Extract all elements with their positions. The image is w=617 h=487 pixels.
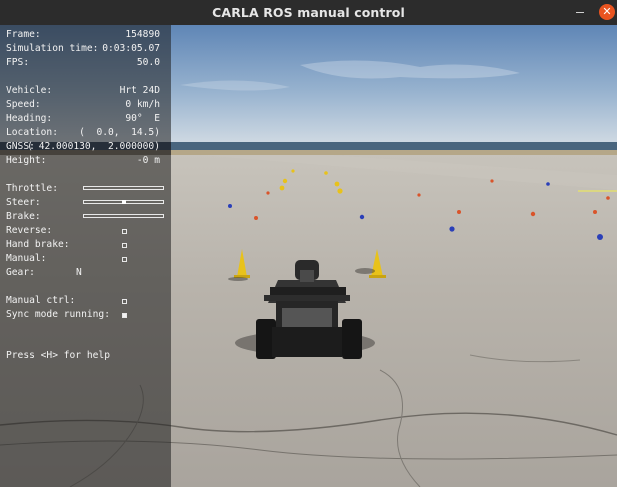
brake-bar (83, 214, 164, 218)
manual-ctrl-checkbox (122, 299, 127, 304)
hud-label: Frame: (6, 29, 41, 40)
hud-speed: Speed: 0 km/h (6, 99, 166, 111)
hud-manual: Manual: (6, 253, 166, 265)
hud-label: Vehicle: (6, 85, 53, 96)
steer-bar-knob (121, 200, 126, 204)
hud-manual-ctrl: Manual ctrl: (6, 295, 166, 307)
hud-value: 154890 (125, 29, 160, 40)
hud-heading: Heading: 90° E (6, 113, 166, 125)
hud-label: Location: (6, 127, 58, 138)
hud-label: Throttle: (6, 183, 58, 194)
sync-mode-checkbox (122, 313, 127, 318)
hud-label: Gear: (6, 267, 35, 278)
reverse-checkbox (122, 229, 127, 234)
close-icon[interactable]: ✕ (599, 4, 615, 20)
minimize-icon[interactable] (572, 4, 588, 20)
hud-label: Sync mode running: (6, 309, 110, 320)
hud-vehicle: Vehicle: Hrt 24D (6, 85, 166, 97)
hud-location: Location: ( 0.0, 14.5) (6, 127, 166, 139)
hud-gnss: GNSS: ( 42.000130, 2.000000) (6, 141, 166, 153)
hud-hand-brake: Hand brake: (6, 239, 166, 251)
hud-sync-mode: Sync mode running: (6, 309, 166, 321)
hud-label: Hand brake: (6, 239, 70, 250)
hud-help: Press <H> for help (6, 350, 166, 362)
hud-value: 0 km/h (125, 99, 160, 110)
hud-sim-time: Simulation time: 0:03:05.07 (6, 43, 166, 55)
hud-value: Hrt 24D (119, 85, 160, 96)
hud-gear: Gear: N (6, 267, 166, 279)
window-titlebar: CARLA ROS manual control ✕ (0, 0, 617, 25)
manual-checkbox (122, 257, 127, 262)
throttle-bar (83, 186, 164, 190)
hud-label: Reverse: (6, 225, 53, 236)
hud-label: Height: (6, 155, 47, 166)
hud-value: -0 m (136, 155, 160, 166)
hud-reverse: Reverse: (6, 225, 166, 237)
steer-bar (83, 200, 164, 204)
window-title: CARLA ROS manual control (212, 5, 405, 20)
hud-label: Brake: (6, 211, 41, 222)
hud-label: Steer: (6, 197, 41, 208)
hud-panel: Frame: 154890 Simulation time: 0:03:05.0… (0, 25, 171, 487)
hud-height: Height: -0 m (6, 155, 166, 167)
help-text: Press <H> for help (6, 350, 110, 361)
hud-label: FPS: (6, 57, 30, 68)
hud-frame: Frame: 154890 (6, 29, 166, 41)
hud-value: ( 0.0, 14.5) (79, 127, 160, 138)
hud-label: Manual: (6, 253, 47, 264)
hud-brake: Brake: (6, 211, 166, 223)
hud-value: 50.0 (136, 57, 160, 68)
hud-throttle: Throttle: (6, 183, 166, 195)
hud-label: Manual ctrl: (6, 295, 76, 306)
hud-label: Speed: (6, 99, 41, 110)
hud-steer: Steer: (6, 197, 166, 209)
hud-label: Heading: (6, 113, 53, 124)
hud-value: 90° E (125, 113, 160, 124)
hud-value: 0:03:05.07 (102, 43, 160, 54)
hud-value: ( 42.000130, 2.000000) (27, 141, 160, 152)
hud-label: Simulation time: (6, 43, 99, 54)
hand-brake-checkbox (122, 243, 127, 248)
hud-value: N (76, 267, 82, 278)
hud-fps: FPS: 50.0 (6, 57, 166, 69)
